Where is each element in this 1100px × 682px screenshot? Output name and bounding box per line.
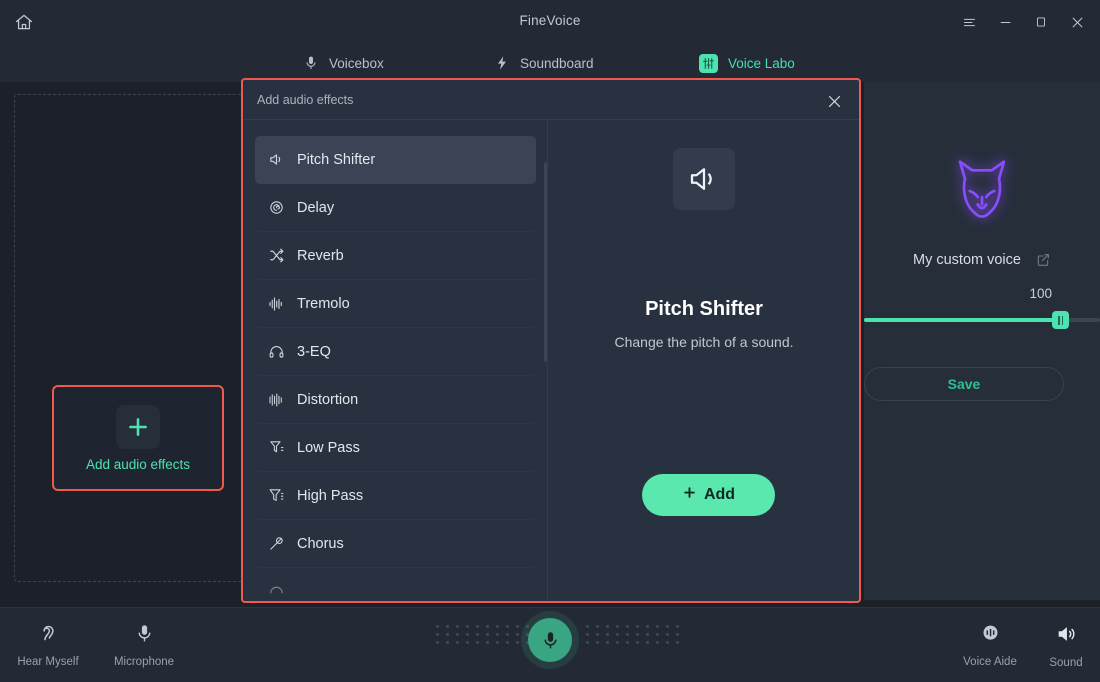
- speaker-volume-icon: [1055, 623, 1077, 650]
- dialog-title: Add audio effects: [257, 93, 354, 107]
- window-controls: [954, 8, 1092, 36]
- close-icon[interactable]: [823, 90, 845, 112]
- list-item-3-eq[interactable]: 3-EQ: [255, 328, 536, 376]
- list-item-low-pass[interactable]: Low Pass: [255, 424, 536, 472]
- sound-button[interactable]: Sound: [1020, 623, 1100, 669]
- list-item-pitch-shifter[interactable]: Pitch Shifter: [255, 136, 536, 184]
- delay-swirl-icon: [267, 199, 285, 216]
- hear-myself-button[interactable]: Hear Myself: [2, 623, 94, 668]
- tab-soundboard[interactable]: Soundboard: [494, 44, 594, 82]
- effects-list-scrollbar[interactable]: [544, 162, 547, 362]
- lightning-bolt-icon: [494, 55, 510, 71]
- list-item-chorus[interactable]: Chorus: [255, 520, 536, 568]
- list-item-next-partial[interactable]: [255, 568, 536, 601]
- tab-voicebox[interactable]: Voicebox: [303, 44, 384, 82]
- plus-icon: [116, 404, 160, 449]
- plus-icon: [682, 485, 697, 505]
- speaker-icon: [267, 151, 285, 168]
- save-button[interactable]: Save: [864, 367, 1064, 401]
- list-item-label: Reverb: [297, 247, 344, 264]
- voice-panel: My custom voice 100 Save: [864, 82, 1100, 600]
- dialog-header: Add audio effects: [243, 80, 859, 120]
- main-nav: Voicebox Soundboard Voice Labo: [0, 44, 1100, 82]
- effects-list-panel[interactable]: Pitch Shifter Delay Reverb Tremolo 3-EQ …: [243, 120, 548, 601]
- edit-pencil-icon[interactable]: [1035, 252, 1051, 268]
- effects-list: Pitch Shifter Delay Reverb Tremolo 3-EQ …: [243, 120, 547, 601]
- speaker-icon: [673, 148, 735, 210]
- list-item-label: Tremolo: [297, 295, 350, 312]
- list-item-distortion[interactable]: Distortion: [255, 376, 536, 424]
- list-item-reverb[interactable]: Reverb: [255, 232, 536, 280]
- finevoice-app-window: FineVoice Voicebox Soundboard Voice Labo…: [0, 0, 1100, 682]
- list-item-label: Chorus: [297, 535, 344, 552]
- list-item-label: High Pass: [297, 487, 364, 504]
- headphones-icon: [267, 343, 285, 360]
- detail-title: Pitch Shifter: [645, 298, 763, 320]
- page-title: FineVoice: [519, 13, 581, 28]
- slider-thumb[interactable]: [1052, 311, 1069, 329]
- maximize-icon[interactable]: [1026, 8, 1056, 36]
- list-item-label: Distortion: [297, 391, 359, 408]
- detail-description: Change the pitch of a sound.: [614, 334, 794, 350]
- hear-myself-label: Hear Myself: [17, 656, 79, 668]
- add-effect-label: Add: [703, 486, 736, 503]
- add-audio-effects-label: Add audio effects: [85, 456, 191, 472]
- tab-label: Soundboard: [520, 55, 594, 71]
- shuffle-icon: [267, 247, 285, 264]
- equalizer-sliders-icon: [699, 53, 718, 73]
- slider-rest-track: [1064, 318, 1100, 322]
- tab-label: Voicebox: [329, 55, 384, 71]
- list-item-label: 3-EQ: [297, 343, 331, 360]
- tab-label: Voice Labo: [728, 55, 795, 71]
- list-item-high-pass[interactable]: High Pass: [255, 472, 536, 520]
- add-audio-effects-dialog: Add audio effects Pitch Shifter Delay Re…: [241, 78, 861, 603]
- detail-icon-wrap: [549, 148, 859, 210]
- ear-icon: [38, 623, 59, 649]
- hamburger-menu-icon[interactable]: [954, 8, 984, 36]
- tab-voice-labo[interactable]: Voice Labo: [699, 44, 795, 82]
- waveform-icon: [267, 295, 285, 313]
- microphone-label: Microphone: [113, 656, 175, 668]
- audio-visualizer-right: [586, 625, 679, 644]
- list-item-label: Pitch Shifter: [297, 151, 376, 168]
- audio-visualizer-left: [436, 625, 529, 644]
- slider-filled-track: [864, 318, 1064, 322]
- volume-slider[interactable]: [864, 311, 1100, 329]
- add-audio-effects-card[interactable]: Add audio effects: [52, 385, 224, 491]
- filter-down-icon: [267, 439, 285, 456]
- save-button-label: Save: [947, 376, 981, 392]
- filter-up-icon: [267, 487, 285, 504]
- avatar[interactable]: [864, 154, 1100, 228]
- mic-slash-icon: [267, 535, 285, 552]
- microphone-icon: [303, 55, 319, 71]
- list-item-label: Low Pass: [297, 439, 360, 456]
- bars-icon: [267, 391, 285, 409]
- sound-label: Sound: [1049, 657, 1083, 669]
- effect-detail-panel: Pitch Shifter Change the pitch of a soun…: [549, 120, 859, 601]
- close-icon[interactable]: [1062, 8, 1092, 36]
- voice-name: My custom voice: [913, 252, 1021, 268]
- record-microphone-button[interactable]: [528, 618, 572, 662]
- title-bar: FineVoice: [0, 0, 1100, 44]
- add-effect-button[interactable]: Add: [642, 474, 775, 516]
- voice-aide-label: Voice Aide: [963, 656, 1017, 668]
- list-item-delay[interactable]: Delay: [255, 184, 536, 232]
- microphone-icon: [134, 623, 155, 649]
- minimize-icon[interactable]: [990, 8, 1020, 36]
- microphone-button[interactable]: Microphone: [98, 623, 190, 668]
- list-item-tremolo[interactable]: Tremolo: [255, 280, 536, 328]
- voice-aide-icon: [980, 623, 1001, 649]
- voice-name-row: My custom voice: [864, 252, 1100, 268]
- arc-icon: [267, 583, 285, 600]
- volume-value: 100: [1029, 286, 1052, 301]
- list-item-label: Delay: [297, 199, 335, 216]
